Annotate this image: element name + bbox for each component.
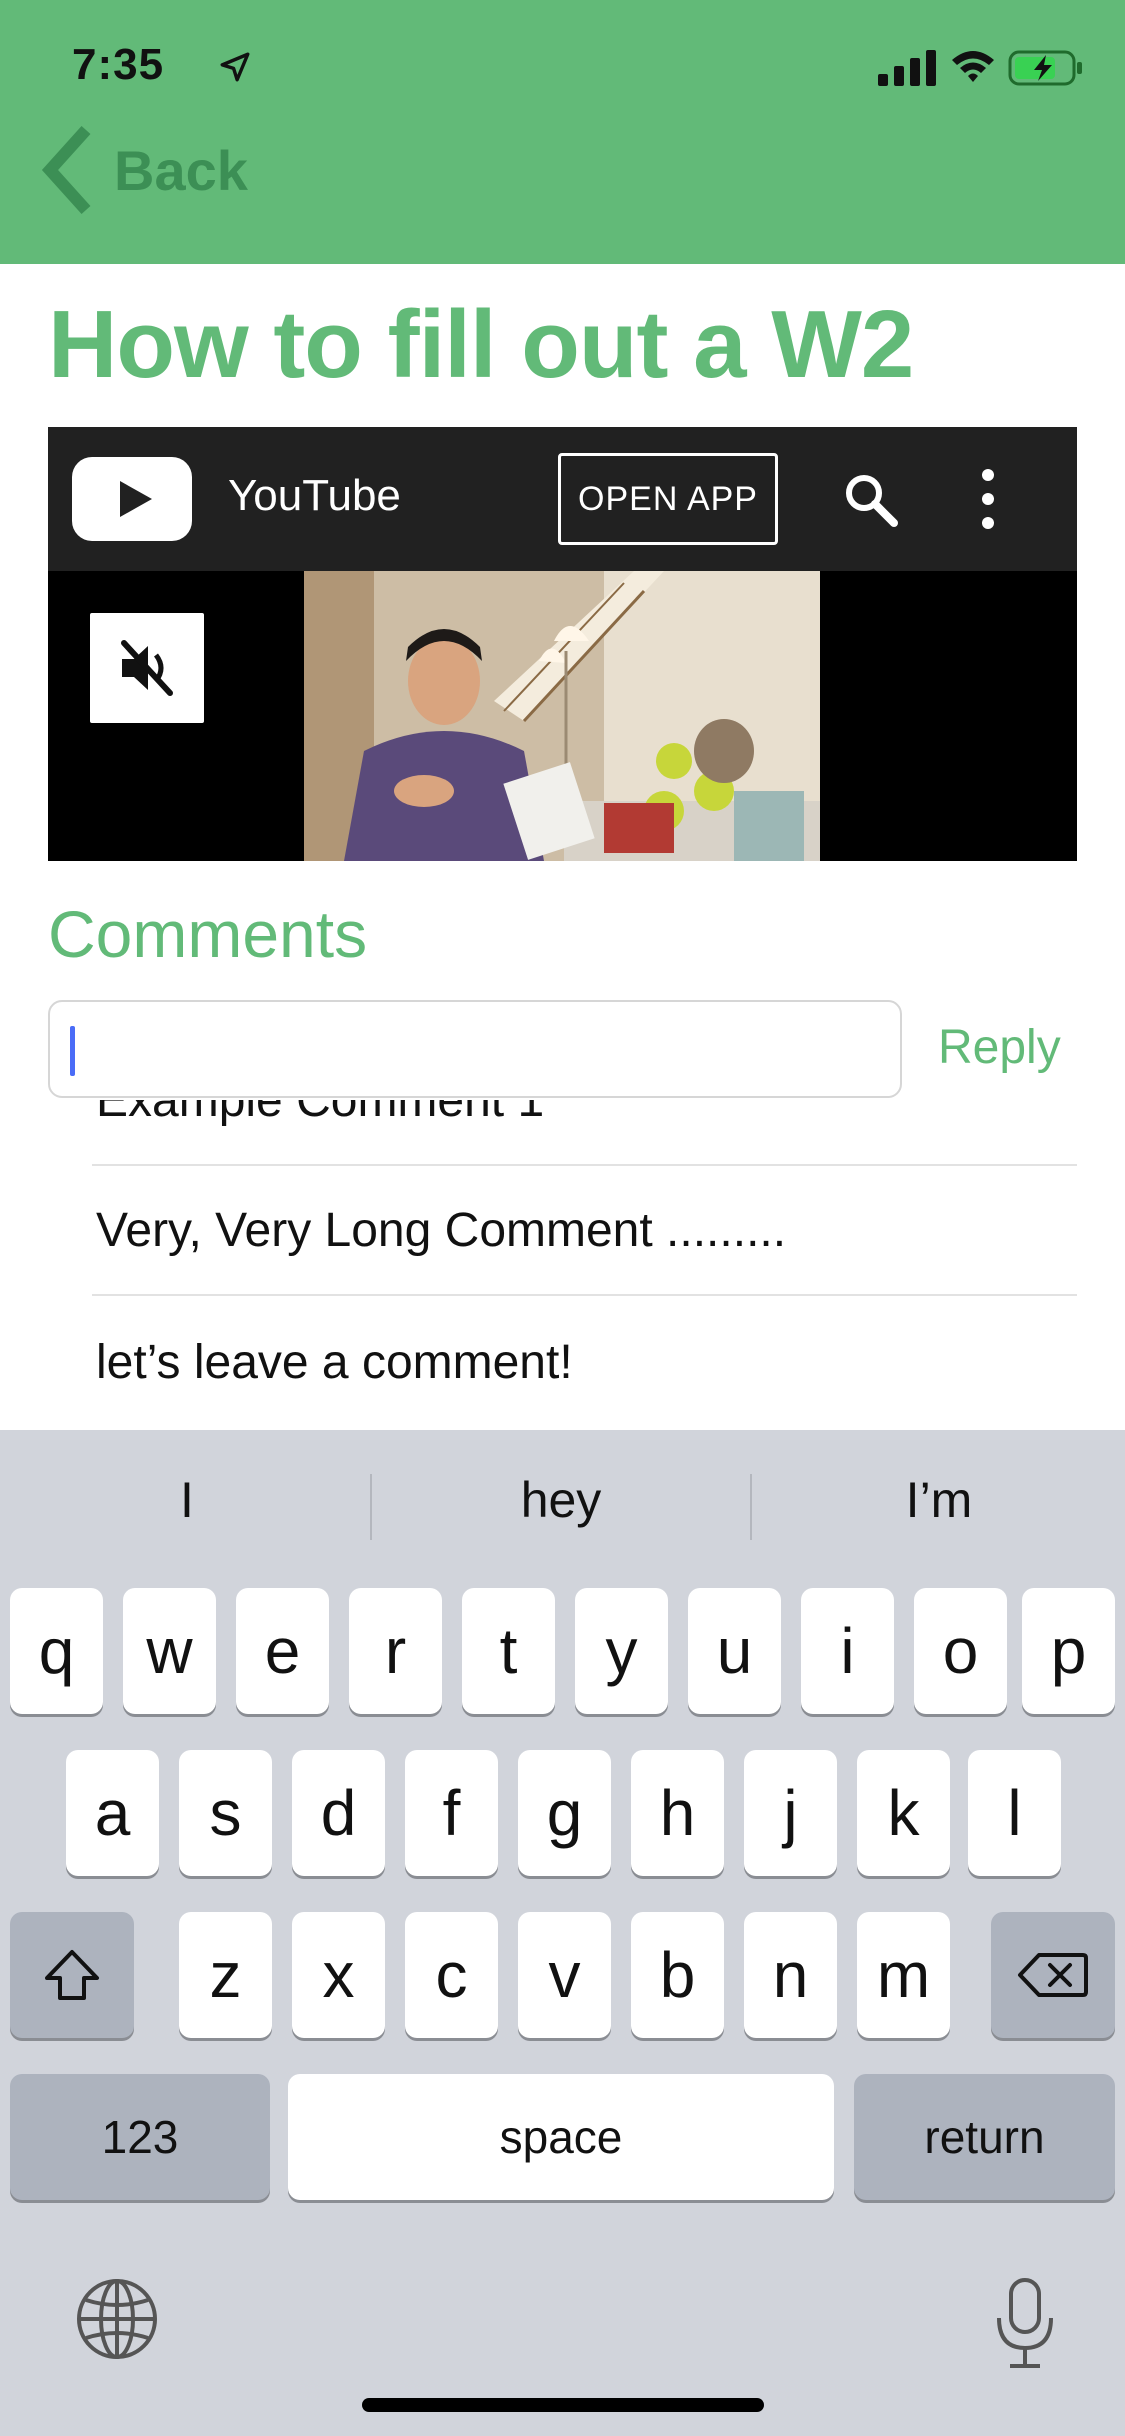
key-m[interactable]: m — [857, 1912, 950, 2038]
comment-text: let’s leave a comment! — [96, 1336, 573, 1389]
location-arrow-icon — [220, 52, 250, 82]
comment-item[interactable]: Example Comment 1 — [92, 1100, 1077, 1166]
key-p[interactable]: p — [1022, 1588, 1115, 1714]
key-q[interactable]: q — [10, 1588, 103, 1714]
comment-text: Very, Very Long Comment ......... — [96, 1204, 787, 1257]
comments-heading: Comments — [48, 897, 368, 971]
muted-speaker-icon — [121, 640, 173, 696]
key-b[interactable]: b — [631, 1912, 724, 2038]
suggestion-3[interactable]: I’m — [752, 1430, 1125, 1570]
space-key[interactable]: space — [288, 2074, 834, 2200]
open-app-button[interactable]: OPEN APP — [558, 453, 778, 545]
key-k[interactable]: k — [857, 1750, 950, 1876]
comment-item[interactable]: Very, Very Long Comment ......... — [92, 1166, 1077, 1296]
key-e[interactable]: e — [236, 1588, 329, 1714]
key-d[interactable]: d — [292, 1750, 385, 1876]
delete-key[interactable] — [991, 1912, 1115, 2038]
globe-icon[interactable] — [74, 2276, 160, 2362]
shift-key[interactable] — [10, 1912, 134, 2038]
microphone-icon[interactable] — [990, 2276, 1060, 2372]
key-r[interactable]: r — [349, 1588, 442, 1714]
battery-charging-icon — [1008, 50, 1082, 86]
key-a[interactable]: a — [66, 1750, 159, 1876]
key-w[interactable]: w — [123, 1588, 216, 1714]
back-label: Back — [114, 138, 248, 202]
comment-list[interactable]: Example Comment 1 Very, Very Long Commen… — [0, 1100, 1125, 1430]
suggestion-2[interactable]: hey — [374, 1430, 748, 1570]
search-icon[interactable] — [842, 471, 900, 529]
youtube-brand-label: YouTube — [228, 471, 401, 520]
key-y[interactable]: y — [575, 1588, 668, 1714]
video-thumbnail[interactable] — [304, 571, 820, 861]
key-o[interactable]: o — [914, 1588, 1007, 1714]
shift-arrow-icon — [45, 1950, 99, 2000]
page-title: How to fill out a W2 — [48, 291, 914, 398]
key-f[interactable]: f — [405, 1750, 498, 1876]
keyboard: I hey I’m q w e r t y u i o p a s d f g … — [0, 1430, 1125, 2436]
navigation-header: 7:35 Back — [0, 0, 1125, 264]
comment-item[interactable]: let’s leave a comment! — [92, 1296, 1077, 1426]
suggestion-divider — [370, 1474, 372, 1540]
youtube-top-bar: YouTube OPEN APP — [48, 427, 1077, 571]
key-i[interactable]: i — [801, 1588, 894, 1714]
reply-button[interactable]: Reply — [938, 1020, 1061, 1075]
key-u[interactable]: u — [688, 1588, 781, 1714]
key-g[interactable]: g — [518, 1750, 611, 1876]
return-key[interactable]: return — [854, 2074, 1115, 2200]
key-s[interactable]: s — [179, 1750, 272, 1876]
wifi-icon — [952, 51, 994, 82]
chevron-left-icon — [41, 125, 91, 215]
youtube-logo-icon — [72, 457, 192, 541]
youtube-embed: YouTube OPEN APP — [48, 427, 1077, 861]
key-h[interactable]: h — [631, 1750, 724, 1876]
key-t[interactable]: t — [462, 1588, 555, 1714]
video-frame-image — [304, 571, 820, 861]
mute-toggle-button[interactable] — [90, 613, 204, 723]
back-button[interactable]: Back — [38, 124, 248, 216]
text-caret — [70, 1026, 75, 1076]
comment-input[interactable] — [48, 1000, 902, 1098]
comment-text: Example Comment 1 — [96, 1100, 545, 1127]
key-j[interactable]: j — [744, 1750, 837, 1876]
numbers-key[interactable]: 123 — [10, 2074, 270, 2200]
key-n[interactable]: n — [744, 1912, 837, 2038]
cellular-signal-icon — [878, 50, 936, 86]
home-indicator — [362, 2398, 764, 2412]
suggestion-1[interactable]: I — [0, 1430, 374, 1570]
key-c[interactable]: c — [405, 1912, 498, 2038]
status-time: 7:35 — [72, 40, 165, 89]
key-x[interactable]: x — [292, 1912, 385, 2038]
backspace-icon — [1018, 1953, 1088, 1997]
key-z[interactable]: z — [179, 1912, 272, 2038]
more-options-icon[interactable] — [978, 467, 998, 531]
key-v[interactable]: v — [518, 1912, 611, 2038]
key-l[interactable]: l — [968, 1750, 1061, 1876]
